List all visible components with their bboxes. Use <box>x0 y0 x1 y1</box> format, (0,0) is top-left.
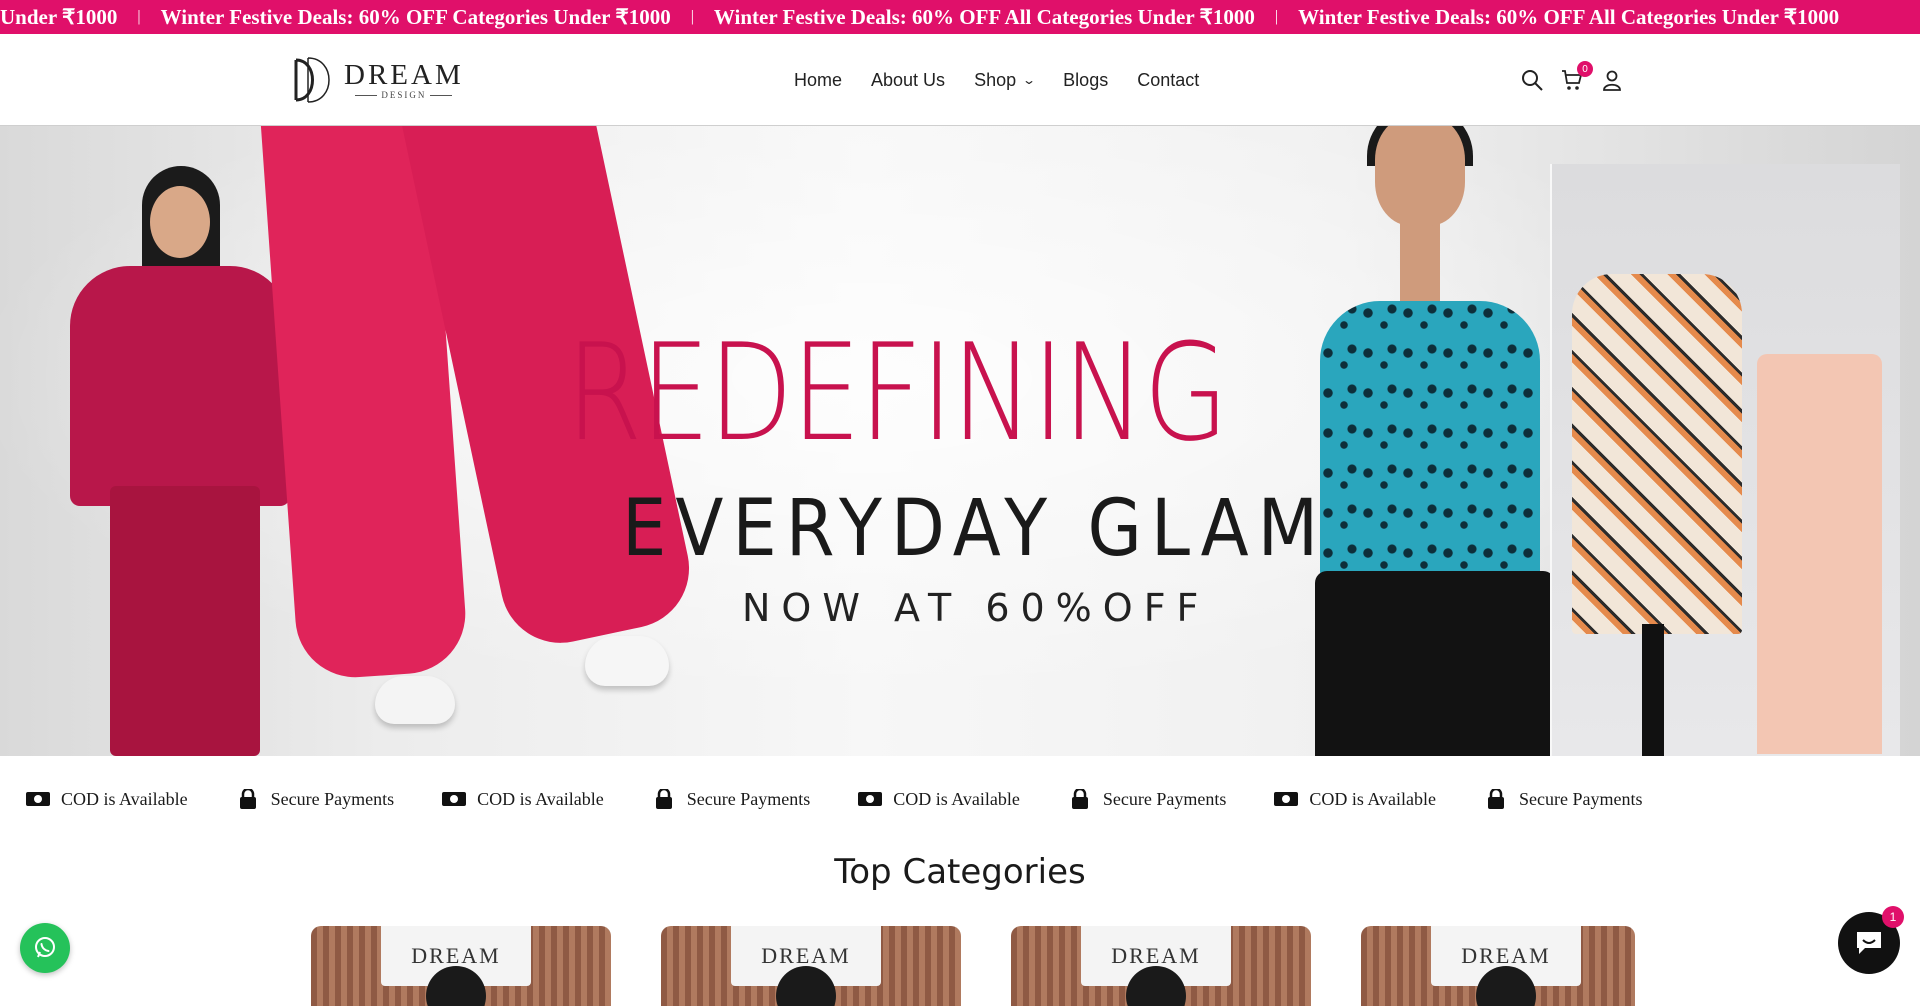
whatsapp-button[interactable] <box>20 923 70 973</box>
model-image-right <box>1275 126 1595 756</box>
category-card[interactable]: DREAM <box>1361 926 1635 1006</box>
section-title-top-categories: Top Categories <box>834 852 1086 892</box>
announcement-separator: | <box>1274 8 1279 25</box>
chat-button[interactable]: 1 <box>1838 906 1904 974</box>
announcement-bar: Under ₹1000 | Winter Festive Deals: 60% … <box>0 0 1920 34</box>
features-strip: COD is Available Secure Payments COD is … <box>0 756 1920 842</box>
logo-mark-icon <box>294 57 330 103</box>
cash-icon <box>1274 792 1299 806</box>
announcement-separator: | <box>690 8 694 25</box>
feature-cod: COD is Available <box>857 789 1020 810</box>
user-icon[interactable] <box>1600 68 1624 92</box>
category-card[interactable]: DREAM <box>661 926 961 1006</box>
hero-title: REDEFINING <box>566 315 1229 471</box>
header-actions: 0 <box>1520 34 1624 126</box>
lock-icon <box>239 789 256 809</box>
category-cards: DREAM DREAM DREAM DREAM <box>0 926 1920 1006</box>
announcement-text: Winter Festive Deals: 60% OFF Categories… <box>160 4 671 29</box>
site-header: DREAM DESIGN Home About Us Shop ⌄ Blogs … <box>0 34 1920 126</box>
hero-offer: NOW AT 60%OFF <box>742 586 1210 630</box>
feature-secure: Secure Payments <box>1067 789 1226 810</box>
feature-label: Secure Payments <box>686 788 811 809</box>
main-nav: Home About Us Shop ⌄ Blogs Contact <box>794 34 1199 126</box>
lock-icon <box>1071 789 1088 809</box>
feature-label: COD is Available <box>61 788 188 809</box>
chat-icon <box>1857 932 1881 954</box>
cash-icon <box>26 792 50 806</box>
feature-cod: COD is Available <box>441 789 604 810</box>
brand-name: DREAM <box>344 59 464 91</box>
announcement-separator: | <box>137 8 141 25</box>
feature-cod: COD is Available <box>1273 789 1436 810</box>
product-image-panel <box>1550 164 1900 756</box>
cart-button[interactable]: 0 <box>1560 61 1593 92</box>
nav-blogs[interactable]: Blogs <box>1063 70 1108 91</box>
cart-count-badge: 0 <box>1577 61 1593 77</box>
announcement-text: Winter Festive Deals: 60% OFF All Catego… <box>1298 4 1840 29</box>
nav-contact[interactable]: Contact <box>1137 70 1199 91</box>
chevron-down-icon: ⌄ <box>1022 73 1037 87</box>
feature-secure: Secure Payments <box>235 789 394 810</box>
hero-subtitle: EVERYDAY GLAM <box>622 484 1328 574</box>
nav-shop[interactable]: Shop ⌄ <box>974 69 1037 91</box>
chat-notification-badge: 1 <box>1882 906 1904 928</box>
feature-secure: Secure Payments <box>651 789 810 810</box>
model-image-left <box>70 166 290 756</box>
lock-icon <box>655 789 672 809</box>
feature-cod: COD is Available <box>25 789 188 810</box>
whatsapp-icon <box>35 937 55 958</box>
nav-about-us[interactable]: About Us <box>871 70 945 91</box>
category-card[interactable]: DREAM <box>1011 926 1311 1006</box>
cash-icon <box>442 792 467 806</box>
feature-label: COD is Available <box>1309 788 1437 809</box>
category-card[interactable]: DREAM <box>311 926 611 1006</box>
announcement-text: Winter Festive Deals: 60% OFF All Catego… <box>713 4 1255 29</box>
announcement-text: Under ₹1000 <box>0 4 118 29</box>
feature-label: Secure Payments <box>1519 788 1643 809</box>
brand-logo[interactable]: DREAM DESIGN <box>288 54 464 106</box>
search-icon[interactable] <box>1520 68 1544 92</box>
feature-label: COD is Available <box>893 788 1020 809</box>
cash-icon <box>858 792 883 806</box>
nav-shop-label: Shop <box>974 69 1017 90</box>
hero-banner[interactable]: REDEFINING EVERYDAY GLAM NOW AT 60%OFF <box>0 126 1920 756</box>
feature-label: Secure Payments <box>270 788 395 809</box>
feature-secure: Secure Payments <box>1483 788 1643 810</box>
brand-subtitle: DESIGN <box>355 90 452 100</box>
feature-label: COD is Available <box>477 788 604 809</box>
feature-label: Secure Payments <box>1102 788 1227 809</box>
lock-icon <box>1488 789 1505 809</box>
nav-home[interactable]: Home <box>794 70 842 91</box>
